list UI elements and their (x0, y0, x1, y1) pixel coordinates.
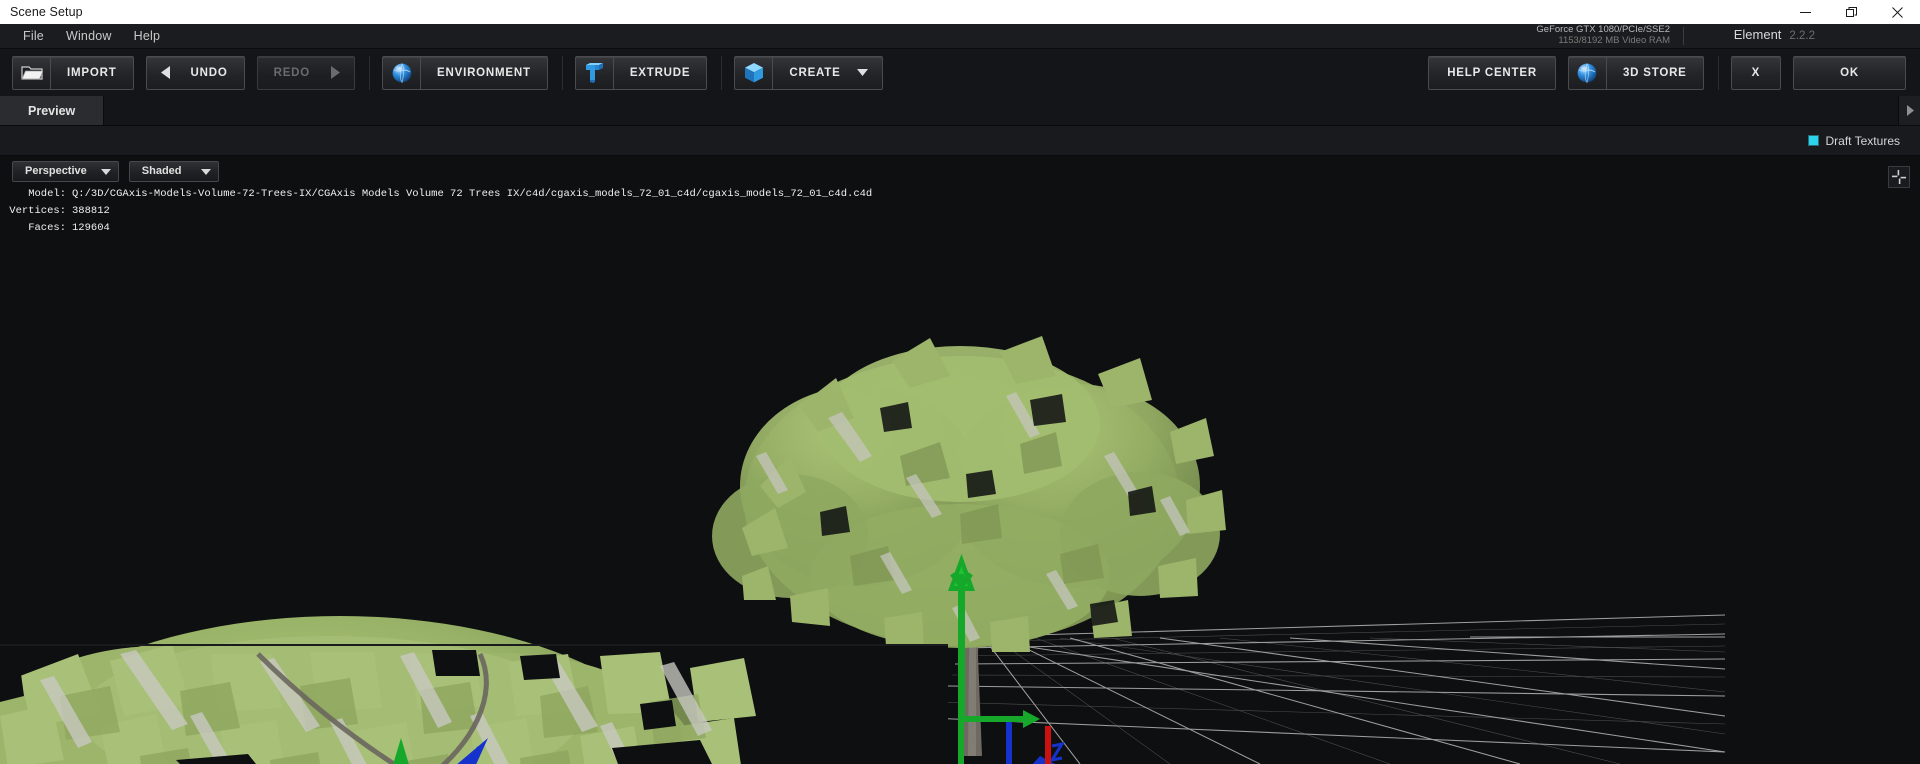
vertices-key: Vertices: (9, 205, 66, 217)
tab-preview[interactable]: Preview (0, 96, 105, 125)
model-info-overlay: Model: Q:/3D/CGAxis-Models-Volume-72-Tre… (0, 186, 872, 237)
window-controls (1782, 0, 1920, 24)
quad-split-icon (1892, 170, 1906, 184)
cancel-label: X (1751, 66, 1761, 79)
close-button[interactable] (1874, 0, 1920, 24)
model-info-row: Model: Q:/3D/CGAxis-Models-Volume-72-Tre… (0, 186, 872, 203)
menu-item-help[interactable]: Help (123, 26, 172, 46)
globe-icon (1569, 56, 1607, 89)
vertices-value: 388812 (72, 205, 110, 217)
quad-view-button[interactable] (1888, 166, 1910, 188)
toolbar-divider-2 (561, 55, 563, 90)
cube-icon (735, 56, 774, 89)
chevron-right-icon (1906, 105, 1914, 116)
model-key: Model: (28, 188, 66, 200)
undo-button[interactable]: UNDO (145, 55, 245, 90)
faces-key: Faces: (28, 222, 66, 234)
header-divider (1683, 27, 1684, 45)
faces-info-row: Faces: 129604 (0, 220, 872, 237)
main-toolbar: IMPORT UNDO REDO ENVIRONMENT EXTRUDE CRE… (0, 48, 1920, 96)
preview-viewport[interactable]: Perspective Shaded Model: Q:/3D/CGAxis-M… (0, 156, 1920, 764)
ok-label: OK (1840, 66, 1859, 79)
brand-name: Element (1733, 27, 1782, 42)
draft-textures-checkbox[interactable]: Draft Textures (1807, 133, 1900, 148)
tab-scroll-right-button[interactable] (1898, 96, 1920, 125)
scene-render (0, 156, 1920, 764)
globe-icon (383, 56, 422, 89)
create-button[interactable]: CREATE (734, 55, 883, 90)
scene-canvas (0, 156, 1920, 764)
viewport-toolbar: Perspective Shaded (0, 156, 1920, 186)
extrude-t-icon (576, 56, 614, 89)
close-icon (1891, 6, 1903, 18)
redo-button[interactable]: REDO (256, 55, 356, 90)
model-path-value: Q:/3D/CGAxis-Models-Volume-72-Trees-IX/C… (72, 188, 873, 200)
faces-value: 129604 (72, 222, 110, 234)
redo-label: REDO (273, 66, 311, 79)
store-button[interactable]: 3D STORE (1567, 55, 1704, 90)
chevron-down-icon (856, 69, 882, 76)
environment-label: ENVIRONMENT (437, 66, 531, 79)
draft-textures-label: Draft Textures (1825, 133, 1900, 148)
shading-value: Shaded (141, 165, 182, 177)
menu-item-window[interactable]: Window (55, 26, 123, 46)
extrude-button[interactable]: EXTRUDE (574, 55, 708, 90)
store-label: 3D STORE (1622, 66, 1687, 79)
minimize-icon (1799, 11, 1811, 13)
toolbar-divider-1 (369, 55, 371, 90)
ok-button[interactable]: OK (1793, 55, 1906, 90)
extrude-label: EXTRUDE (629, 66, 691, 79)
options-row: Draft Textures (0, 126, 1920, 156)
view-mode-value: Perspective (25, 165, 87, 177)
brand-version: 2.2.2 (1789, 30, 1815, 42)
arrow-left-icon (147, 66, 183, 79)
title-bar: Scene Setup (0, 0, 1920, 24)
chevron-down-icon (100, 162, 111, 180)
window-title: Scene Setup (10, 5, 83, 19)
gpu-info: GeForce GTX 1080/PCIe/SSE2 1153/8192 MB … (1536, 24, 1670, 50)
brand-info: Element 2.2.2 (1734, 27, 1815, 42)
help-center-button[interactable]: HELP CENTER (1428, 55, 1556, 90)
minimize-button[interactable] (1782, 0, 1828, 24)
view-mode-dropdown[interactable]: Perspective (12, 160, 119, 182)
arrow-right-icon (318, 66, 354, 79)
import-label: IMPORT (67, 66, 117, 79)
tab-strip: Preview (0, 96, 1920, 126)
folder-icon (13, 56, 51, 89)
chevron-down-icon (200, 162, 211, 180)
scene-setup-window: Scene Setup File Window Help GeForce GTX… (0, 0, 1920, 764)
restore-button[interactable] (1828, 0, 1874, 24)
gpu-memory-label: 1153/8192 MB Video RAM (1558, 34, 1670, 46)
tab-strip-filler (104, 96, 1898, 125)
restore-icon (1845, 6, 1857, 17)
create-label: CREATE (789, 66, 841, 79)
environment-button[interactable]: ENVIRONMENT (382, 55, 548, 90)
menu-item-file[interactable]: File (12, 26, 55, 46)
cancel-button[interactable]: X (1730, 55, 1782, 90)
toolbar-divider-3 (721, 55, 723, 90)
tab-preview-label: Preview (28, 103, 76, 118)
undo-label: UNDO (190, 66, 228, 79)
import-button[interactable]: IMPORT (12, 55, 134, 90)
toolbar-divider-4 (1717, 55, 1719, 90)
checkbox-icon[interactable] (1807, 135, 1819, 146)
vertices-info-row: Vertices: 388812 (0, 203, 872, 220)
help-center-label: HELP CENTER (1447, 66, 1537, 79)
shading-dropdown[interactable]: Shaded (128, 160, 219, 182)
